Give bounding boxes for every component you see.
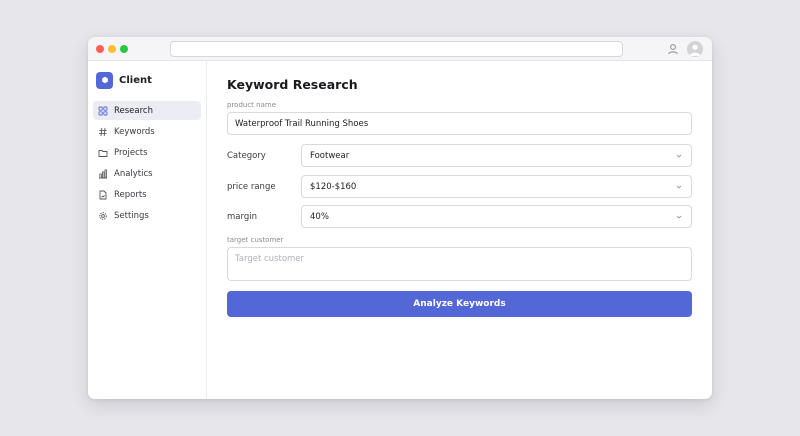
category-label: Category <box>227 151 266 161</box>
analyze-keywords-button[interactable]: Analyze Keywords <box>227 291 692 317</box>
avatar-icon <box>689 44 701 56</box>
chevron-down-icon <box>676 215 682 219</box>
sidebar-item-label: Settings <box>114 210 149 221</box>
bar-chart-icon <box>99 169 108 178</box>
sidebar-item-settings[interactable]: Settings <box>93 206 201 225</box>
maximize-window-button[interactable] <box>120 45 128 53</box>
target-customer-label: target customer <box>227 236 284 244</box>
target-customer-input[interactable]: Target customer <box>227 247 692 281</box>
sidebar-item-label: Keywords <box>114 126 155 137</box>
sidebar-item-label: Research <box>114 105 153 116</box>
sidebar-item-projects[interactable]: Projects <box>93 143 201 162</box>
sidebar-item-label: Analytics <box>114 168 153 179</box>
chevron-down-icon <box>676 185 682 189</box>
minimize-window-button[interactable] <box>108 45 116 53</box>
sidebar-nav: Research Keywords Projects Analytics Rep… <box>93 101 201 227</box>
brand-name: Client <box>119 74 152 86</box>
chevron-down-icon <box>676 154 682 158</box>
margin-label: margin <box>227 212 257 222</box>
margin-select[interactable]: 40% <box>301 205 692 228</box>
grid-icon <box>98 106 108 115</box>
brand[interactable]: Client <box>96 71 152 89</box>
close-window-button[interactable] <box>96 45 104 53</box>
avatar[interactable] <box>687 41 703 57</box>
sidebar-item-reports[interactable]: Reports <box>93 185 201 204</box>
gear-icon <box>99 211 107 220</box>
sidebar-item-label: Projects <box>114 147 148 158</box>
hash-icon <box>99 127 107 136</box>
user-icon[interactable] <box>666 42 680 56</box>
brand-logo-icon <box>96 71 113 89</box>
sidebar-item-keywords[interactable]: Keywords <box>93 122 201 141</box>
address-bar[interactable] <box>170 41 623 57</box>
page-title: Keyword Research <box>227 77 358 92</box>
margin-value: 40% <box>310 211 329 222</box>
title-bar <box>88 37 712 61</box>
sidebar-item-analytics[interactable]: Analytics <box>93 164 201 183</box>
price-range-value: $120-$160 <box>310 181 357 192</box>
category-value: Footwear <box>310 150 350 161</box>
price-range-select[interactable]: $120-$160 <box>301 175 692 198</box>
sidebar-item-label: Reports <box>114 189 147 200</box>
category-select[interactable]: Footwear <box>301 144 692 167</box>
folder-icon <box>98 149 108 157</box>
price-range-label: price range <box>227 182 276 192</box>
sidebar: Client Research Keywords Projects Analyt… <box>88 61 207 399</box>
product-name-input[interactable]: Waterproof Trail Running Shoes <box>227 112 692 135</box>
file-chart-icon <box>99 190 107 199</box>
product-name-label: product name <box>227 101 276 109</box>
browser-window: Client Research Keywords Projects Analyt… <box>88 37 712 399</box>
sidebar-item-research[interactable]: Research <box>93 101 201 120</box>
